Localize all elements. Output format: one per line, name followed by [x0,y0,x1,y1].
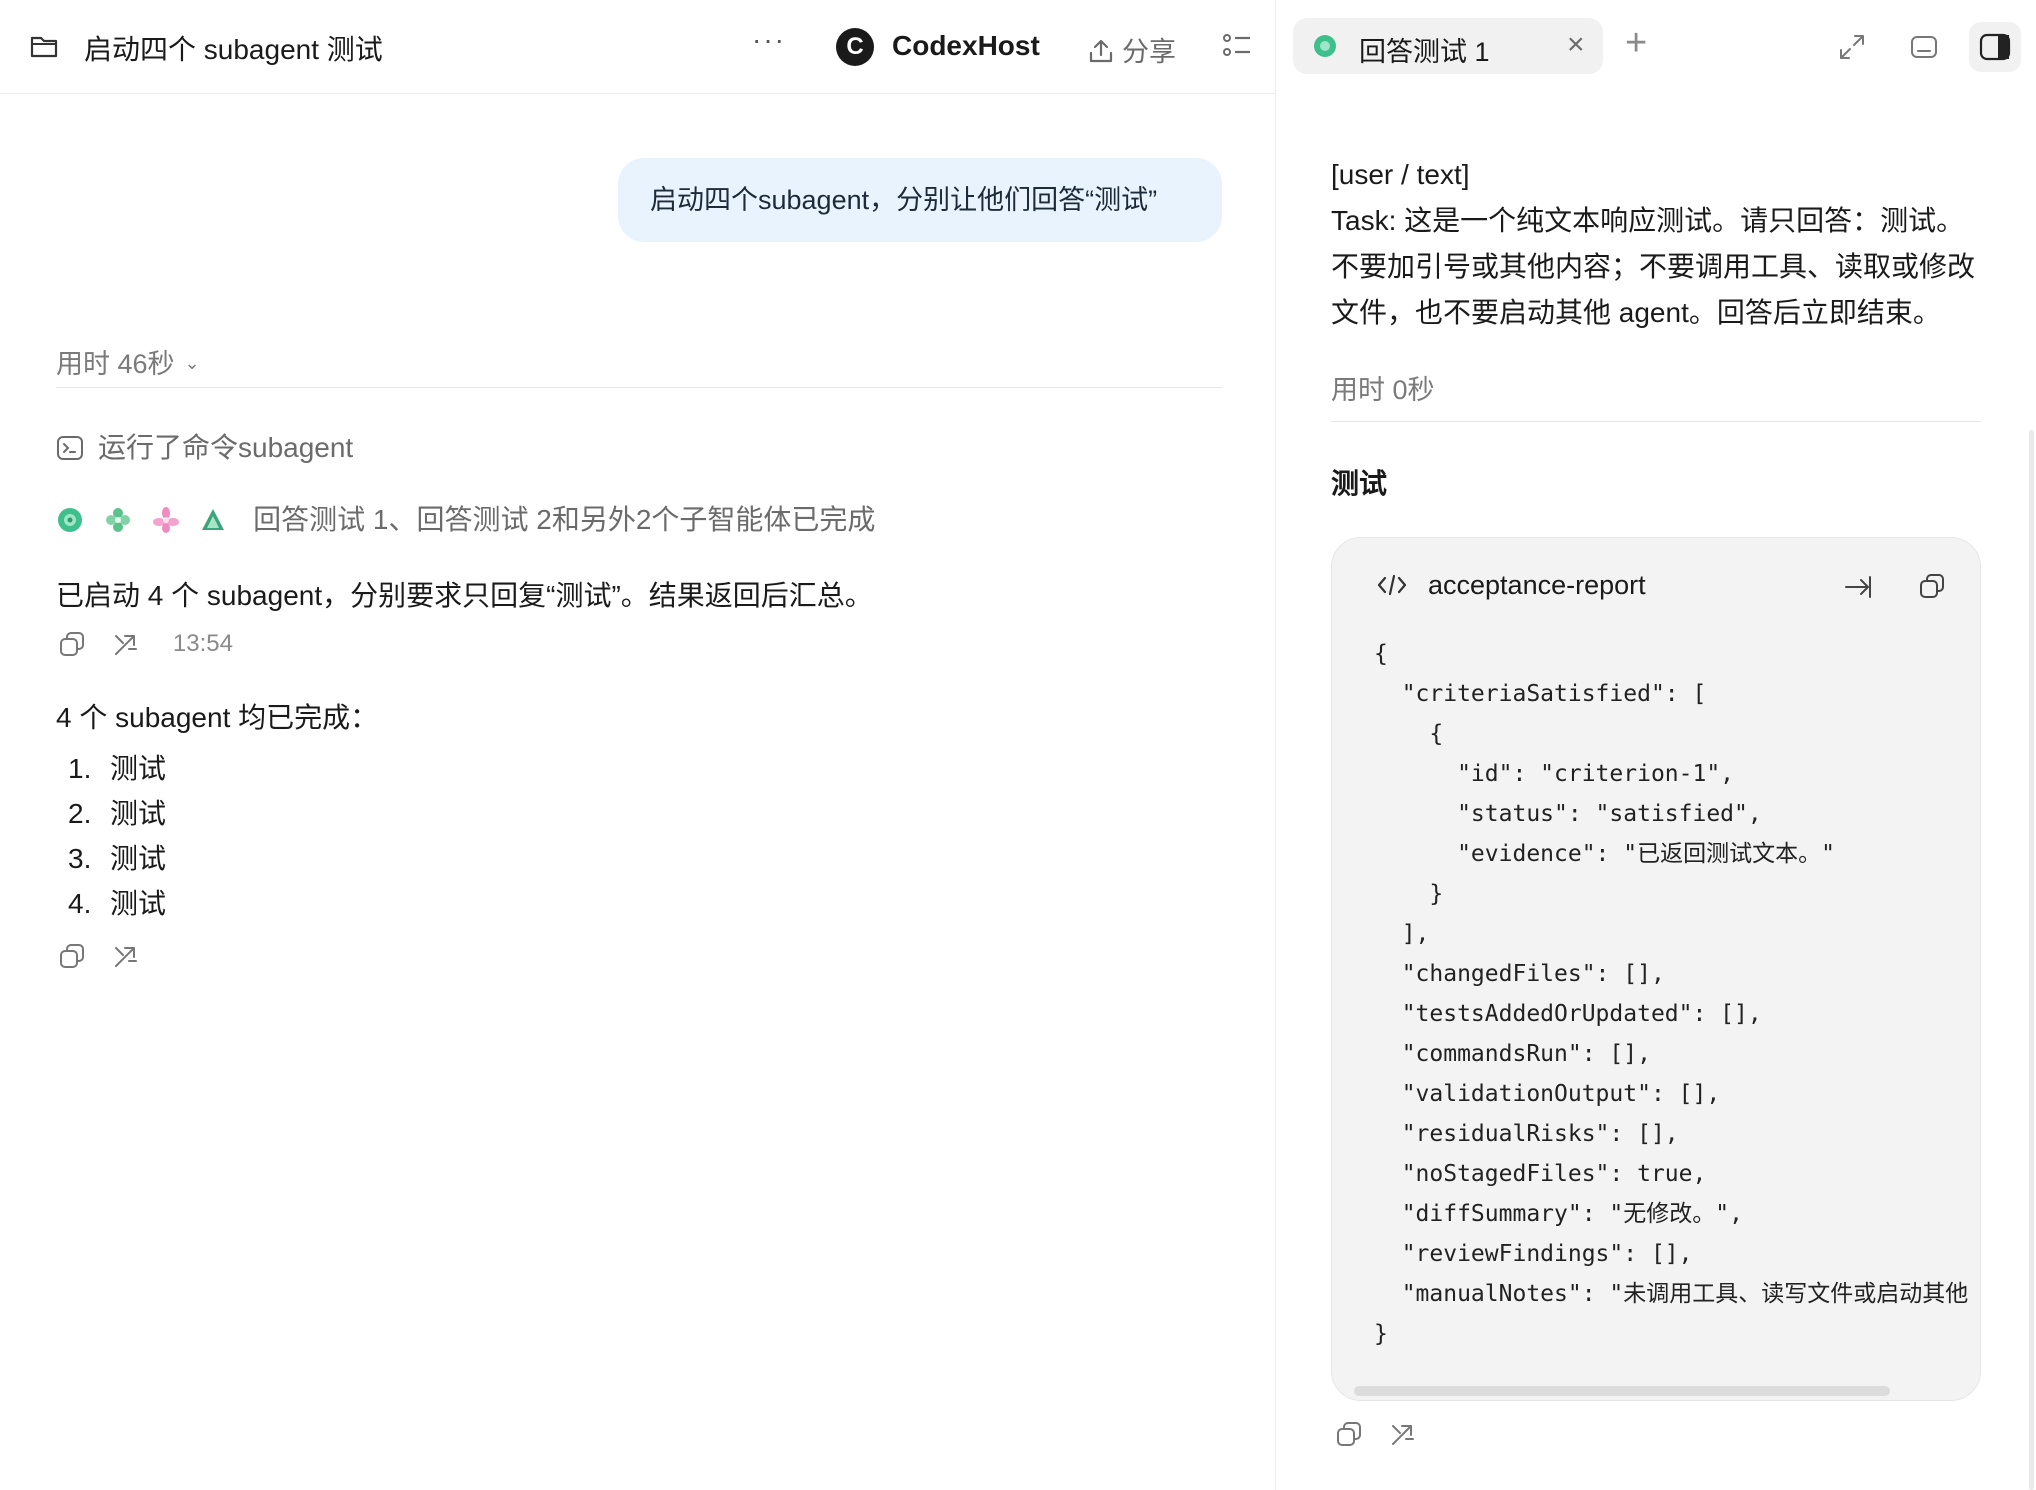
summary-title: 4 个 subagent 均已完成： [56,702,379,733]
tab-subagent-1[interactable]: 回答测试 1 × [1293,18,1603,74]
list-number: 1. [68,753,92,784]
agent-avatar-icon [105,508,130,532]
copy-icon[interactable] [58,942,86,970]
message-actions [1335,1420,1439,1450]
code-line: ], [1374,921,1430,947]
list-number: 4. [68,888,92,919]
code-line: "residualRisks": [], [1374,1121,1679,1147]
code-line: "criteriaSatisfied": [ [1374,681,1707,707]
code-brackets-icon [1377,574,1407,596]
folder-icon[interactable] [30,33,58,59]
message-actions [58,942,162,972]
code-block: acceptance-report { "criteriaSatisfied":… [1331,537,1981,1401]
tab-label: 回答测试 1 [1359,37,1490,67]
code-line: } [1374,881,1444,907]
close-icon[interactable]: × [1567,28,1585,62]
conversation-pane: 启动四个 subagent 测试 ··· C CodexHost 分享 启动四个… [0,0,1276,1490]
subagents-status-row[interactable]: 回答测试 1、回答测试 2和另外2个子智能体已完成 [56,498,875,538]
code-line: { [1374,641,1388,667]
agent-avatar-icon [152,507,179,533]
list-item: 1. 测试 [68,746,166,791]
message-actions: 13:54 [58,630,233,660]
copy-icon[interactable] [58,630,86,658]
list-item: 3. 测试 [68,836,166,881]
results-list: 1. 测试 2. 测试 3. 测试 4. 测试 [68,746,166,926]
more-horizontal-icon[interactable]: ··· [752,24,786,56]
share-label: 分享 [1122,37,1176,67]
subagent-prompt: [user / text] Task: 这是一个纯文本响应测试。请只回答：测试。… [1331,152,1991,336]
sidebar-toggle-icon[interactable] [1969,22,2021,72]
add-tab-button[interactable]: + [1625,22,1647,65]
list-text: 测试 [110,888,167,919]
code-line: "reviewFindings": [], [1374,1241,1693,1267]
list-text: 测试 [110,798,167,829]
insert-arrow-icon[interactable] [1844,574,1872,600]
list-text: 测试 [110,843,167,874]
minimize-panel-icon[interactable] [1909,32,1939,62]
expand-icon[interactable] [1837,32,1867,62]
list-number: 3. [68,843,92,874]
assistant-message: 已启动 4 个 subagent，分别要求只回复“测试”。结果返回后汇总。 [56,580,873,611]
code-line: } [1374,1321,1388,1347]
code-line: "diffSummary": "无修改。", [1374,1201,1743,1227]
host-name[interactable]: CodexHost [892,30,1040,62]
code-line: "status": "satisfied", [1374,801,1762,827]
code-line: "noStagedFiles": true, [1374,1161,1707,1187]
upload-share-icon [1089,39,1113,63]
code-line: { [1374,721,1444,747]
elapsed-toggle[interactable]: 用时 46秒 ⌄ [56,342,200,381]
list-item: 2. 测试 [68,791,166,836]
code-block-title: acceptance-report [1428,570,1646,600]
agent-avatar-icon [1314,35,1336,57]
code-line: "validationOutput": [], [1374,1081,1721,1107]
copy-icon[interactable] [1335,1420,1363,1448]
divider [1331,421,1981,422]
fork-icon[interactable] [1389,1420,1417,1448]
agent-avatar-icon [58,508,82,532]
code-line: "testsAddedOrUpdated": [], [1374,1001,1762,1027]
code-line: "evidence": "已返回测试文本。" [1374,841,1835,867]
list-text: 测试 [110,753,167,784]
chevron-down-icon: ⌄ [184,353,200,373]
conversation-header: 启动四个 subagent 测试 ··· C CodexHost 分享 [0,0,1276,94]
terminal-icon [57,436,83,460]
user-message-bubble: 启动四个subagent，分别让他们回答“测试” [618,158,1222,242]
command-label: 运行了命令subagent [98,432,354,463]
code-line: "manualNotes": "未调用工具、读写文件或启动其他 [1374,1281,1969,1307]
share-button[interactable]: 分享 [1088,30,1176,69]
code-line: "changedFiles": [], [1374,961,1665,987]
message-timestamp: 13:54 [172,630,233,657]
code-line: "commandsRun": [], [1374,1041,1651,1067]
codexhost-logo-icon: C [836,28,874,66]
fork-icon[interactable] [112,630,140,658]
conversation-title[interactable]: 启动四个 subagent 测试 [84,28,383,68]
subagent-elapsed: 用时 0秒 [1331,375,1435,405]
agent-avatar-icon [202,509,225,530]
horizontal-scrollbar[interactable] [1354,1386,1890,1396]
command-run-row[interactable]: 运行了命令subagent [56,426,353,466]
checklist-icon[interactable] [1222,32,1252,60]
elapsed-label: 用时 46秒 [56,349,175,379]
subagent-detail-pane: 回答测试 1 × + [user / text] Task: 这是一个纯文本响应… [1277,0,2036,1490]
agents-status-text: 回答测试 1、回答测试 2和另外2个子智能体已完成 [253,504,876,535]
prompt-text: Task: 这是一个纯文本响应测试。请只回答：测试。不要加引号或其他内容；不要调… [1331,205,1976,328]
code-line: "id": "criterion-1", [1374,761,1735,787]
prompt-tag: [user / text] [1331,159,1470,190]
list-number: 2. [68,798,92,829]
divider [56,387,1222,388]
vertical-scrollbar[interactable] [2029,430,2034,1490]
subagent-answer: 测试 [1331,468,1388,499]
list-item: 4. 测试 [68,881,166,926]
code-content[interactable]: { "criteriaSatisfied": [ { "id": "criter… [1374,634,1980,1354]
fork-icon[interactable] [112,942,140,970]
copy-icon[interactable] [1918,572,1946,600]
code-block-header: acceptance-report [1332,538,1980,634]
